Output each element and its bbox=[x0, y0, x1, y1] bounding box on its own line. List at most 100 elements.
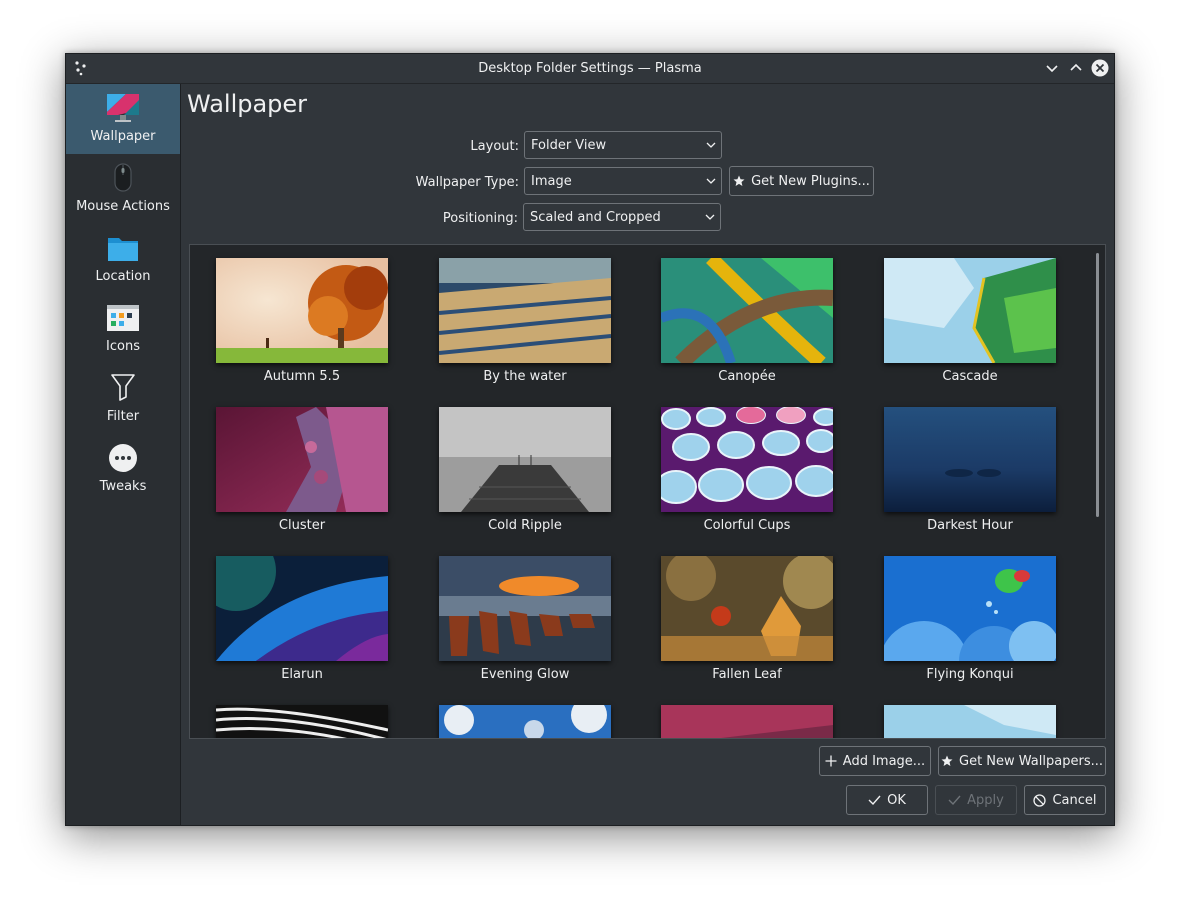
wallpaper-thumbnail bbox=[216, 556, 388, 661]
chevron-down-icon bbox=[706, 142, 716, 148]
star-icon bbox=[733, 175, 745, 186]
sidebar-item-label: Location bbox=[95, 269, 151, 284]
wallpaper-type-label: Wallpaper Type: bbox=[415, 175, 519, 190]
wallpaper-name: Canopée bbox=[718, 369, 776, 384]
wallpaper-thumbnail bbox=[216, 258, 388, 363]
sidebar-item-label: Filter bbox=[106, 409, 140, 424]
layout-value: Folder View bbox=[531, 138, 607, 153]
wallpaper-tile-partial[interactable] bbox=[657, 703, 837, 738]
settings-content: Wallpaper Layout: Folder View Wallpaper … bbox=[181, 84, 1114, 825]
sidebar-item-icons[interactable]: Icons bbox=[66, 294, 180, 364]
ok-button[interactable]: OK bbox=[846, 785, 928, 815]
wallpaper-tile-flying-konqui[interactable]: Flying Konqui bbox=[880, 554, 1060, 694]
grid-scrollbar[interactable] bbox=[1096, 253, 1099, 517]
wallpaper-grid[interactable]: Autumn 5.5 By the water Canopée Cascade … bbox=[189, 244, 1106, 739]
sidebar-item-label: Wallpaper bbox=[90, 129, 156, 144]
wallpaper-tile-evening-glow[interactable]: Evening Glow bbox=[435, 554, 615, 694]
add-image-label: Add Image... bbox=[842, 753, 926, 769]
wallpaper-name: Darkest Hour bbox=[927, 518, 1013, 533]
settings-window: Desktop Folder Settings — Plasma Wallpap… bbox=[65, 53, 1115, 826]
wallpaper-tile-partial[interactable] bbox=[435, 703, 615, 738]
sidebar-item-label: Tweaks bbox=[99, 479, 147, 494]
wallpaper-tile-darkest-hour[interactable]: Darkest Hour bbox=[880, 405, 1060, 545]
ok-label: OK bbox=[887, 792, 906, 808]
wallpaper-tile-partial[interactable] bbox=[880, 703, 1060, 738]
wallpaper-tile-colorful-cups[interactable]: Colorful Cups bbox=[657, 405, 837, 545]
wallpaper-name: Colorful Cups bbox=[703, 518, 791, 533]
wallpaper-thumbnail bbox=[884, 556, 1056, 661]
wallpaper-tile-cascade[interactable]: Cascade bbox=[880, 256, 1060, 396]
title-bar: Desktop Folder Settings — Plasma bbox=[66, 54, 1114, 84]
cancel-icon bbox=[1033, 793, 1047, 807]
folder-icon bbox=[108, 238, 138, 261]
wallpaper-type-value: Image bbox=[531, 174, 572, 189]
window-title: Desktop Folder Settings — Plasma bbox=[478, 61, 702, 76]
get-new-plugins-button[interactable]: Get New Plugins... bbox=[729, 166, 874, 196]
filter-icon bbox=[111, 374, 135, 401]
wallpaper-thumbnail bbox=[884, 258, 1056, 363]
wallpaper-name: Cold Ripple bbox=[488, 518, 562, 533]
wallpaper-thumbnail bbox=[661, 258, 833, 363]
sidebar-item-filter[interactable]: Filter bbox=[66, 364, 180, 434]
star-icon bbox=[941, 755, 953, 766]
get-new-wallpapers-button[interactable]: Get New Wallpapers... bbox=[938, 746, 1106, 776]
wallpaper-name: Autumn 5.5 bbox=[263, 369, 341, 384]
wallpaper-tile-by-the-water[interactable]: By the water bbox=[435, 256, 615, 396]
icons-view-icon bbox=[107, 305, 139, 331]
chevron-down-icon bbox=[705, 214, 715, 220]
positioning-label: Positioning: bbox=[442, 211, 518, 226]
sidebar-item-tweaks[interactable]: Tweaks bbox=[66, 434, 180, 504]
wallpaper-tile-canopee[interactable]: Canopée bbox=[657, 256, 837, 396]
apply-label: Apply bbox=[967, 792, 1004, 808]
wallpaper-tile-elarun[interactable]: Elarun bbox=[212, 554, 392, 694]
wallpaper-name: Cluster bbox=[278, 518, 326, 533]
plus-icon bbox=[825, 755, 837, 767]
more-icon bbox=[109, 444, 137, 472]
layout-label: Layout: bbox=[470, 139, 519, 154]
sidebar-item-wallpaper[interactable]: Wallpaper bbox=[66, 84, 180, 154]
minimize-button[interactable] bbox=[1043, 59, 1061, 77]
wallpaper-tile-fallen-leaf[interactable]: Fallen Leaf bbox=[657, 554, 837, 694]
wallpaper-tile-cluster[interactable]: Cluster bbox=[212, 405, 392, 545]
get-new-wallpapers-label: Get New Wallpapers... bbox=[959, 753, 1103, 769]
page-title: Wallpaper bbox=[187, 90, 308, 118]
positioning-value: Scaled and Cropped bbox=[530, 210, 661, 225]
wallpaper-thumbnail bbox=[884, 407, 1056, 512]
chevron-down-icon bbox=[706, 178, 716, 184]
checkmark-icon bbox=[868, 795, 881, 806]
cancel-button[interactable]: Cancel bbox=[1024, 785, 1106, 815]
wallpaper-name: By the water bbox=[483, 369, 567, 384]
wallpaper-name: Cascade bbox=[942, 369, 998, 384]
sidebar-item-mouse-actions[interactable]: Mouse Actions bbox=[66, 154, 180, 224]
get-new-plugins-label: Get New Plugins... bbox=[751, 173, 870, 189]
wallpaper-name: Evening Glow bbox=[480, 667, 570, 682]
wallpaper-name: Elarun bbox=[281, 667, 323, 682]
sidebar-item-location[interactable]: Location bbox=[66, 224, 180, 294]
wallpaper-tile-partial[interactable] bbox=[212, 703, 392, 738]
wallpaper-thumbnail bbox=[884, 705, 1056, 738]
checkmark-icon bbox=[948, 795, 961, 806]
apply-button[interactable]: Apply bbox=[935, 785, 1017, 815]
sidebar-item-label: Mouse Actions bbox=[76, 199, 170, 214]
wallpaper-name: Fallen Leaf bbox=[712, 667, 782, 682]
maximize-button[interactable] bbox=[1067, 59, 1085, 77]
positioning-combo[interactable]: Scaled and Cropped bbox=[523, 203, 721, 231]
mouse-icon bbox=[114, 163, 132, 192]
wallpaper-type-combo[interactable]: Image bbox=[524, 167, 722, 195]
wallpaper-tile-autumn[interactable]: Autumn 5.5 bbox=[212, 256, 392, 396]
monitor-icon bbox=[107, 94, 139, 122]
wallpaper-thumbnail bbox=[661, 705, 833, 738]
wallpaper-name: Flying Konqui bbox=[926, 667, 1014, 682]
close-button[interactable] bbox=[1091, 59, 1109, 77]
wallpaper-thumbnail bbox=[439, 407, 611, 512]
add-image-button[interactable]: Add Image... bbox=[819, 746, 931, 776]
wallpaper-thumbnail bbox=[661, 556, 833, 661]
wallpaper-tile-cold-ripple[interactable]: Cold Ripple bbox=[435, 405, 615, 545]
wallpaper-thumbnail bbox=[439, 556, 611, 661]
wallpaper-thumbnail bbox=[216, 407, 388, 512]
sidebar-item-label: Icons bbox=[106, 339, 140, 354]
layout-combo[interactable]: Folder View bbox=[524, 131, 722, 159]
wallpaper-thumbnail bbox=[216, 705, 388, 738]
wallpaper-thumbnail bbox=[661, 407, 833, 512]
category-sidebar: Wallpaper Mouse Actions Location Icons F… bbox=[66, 84, 181, 825]
